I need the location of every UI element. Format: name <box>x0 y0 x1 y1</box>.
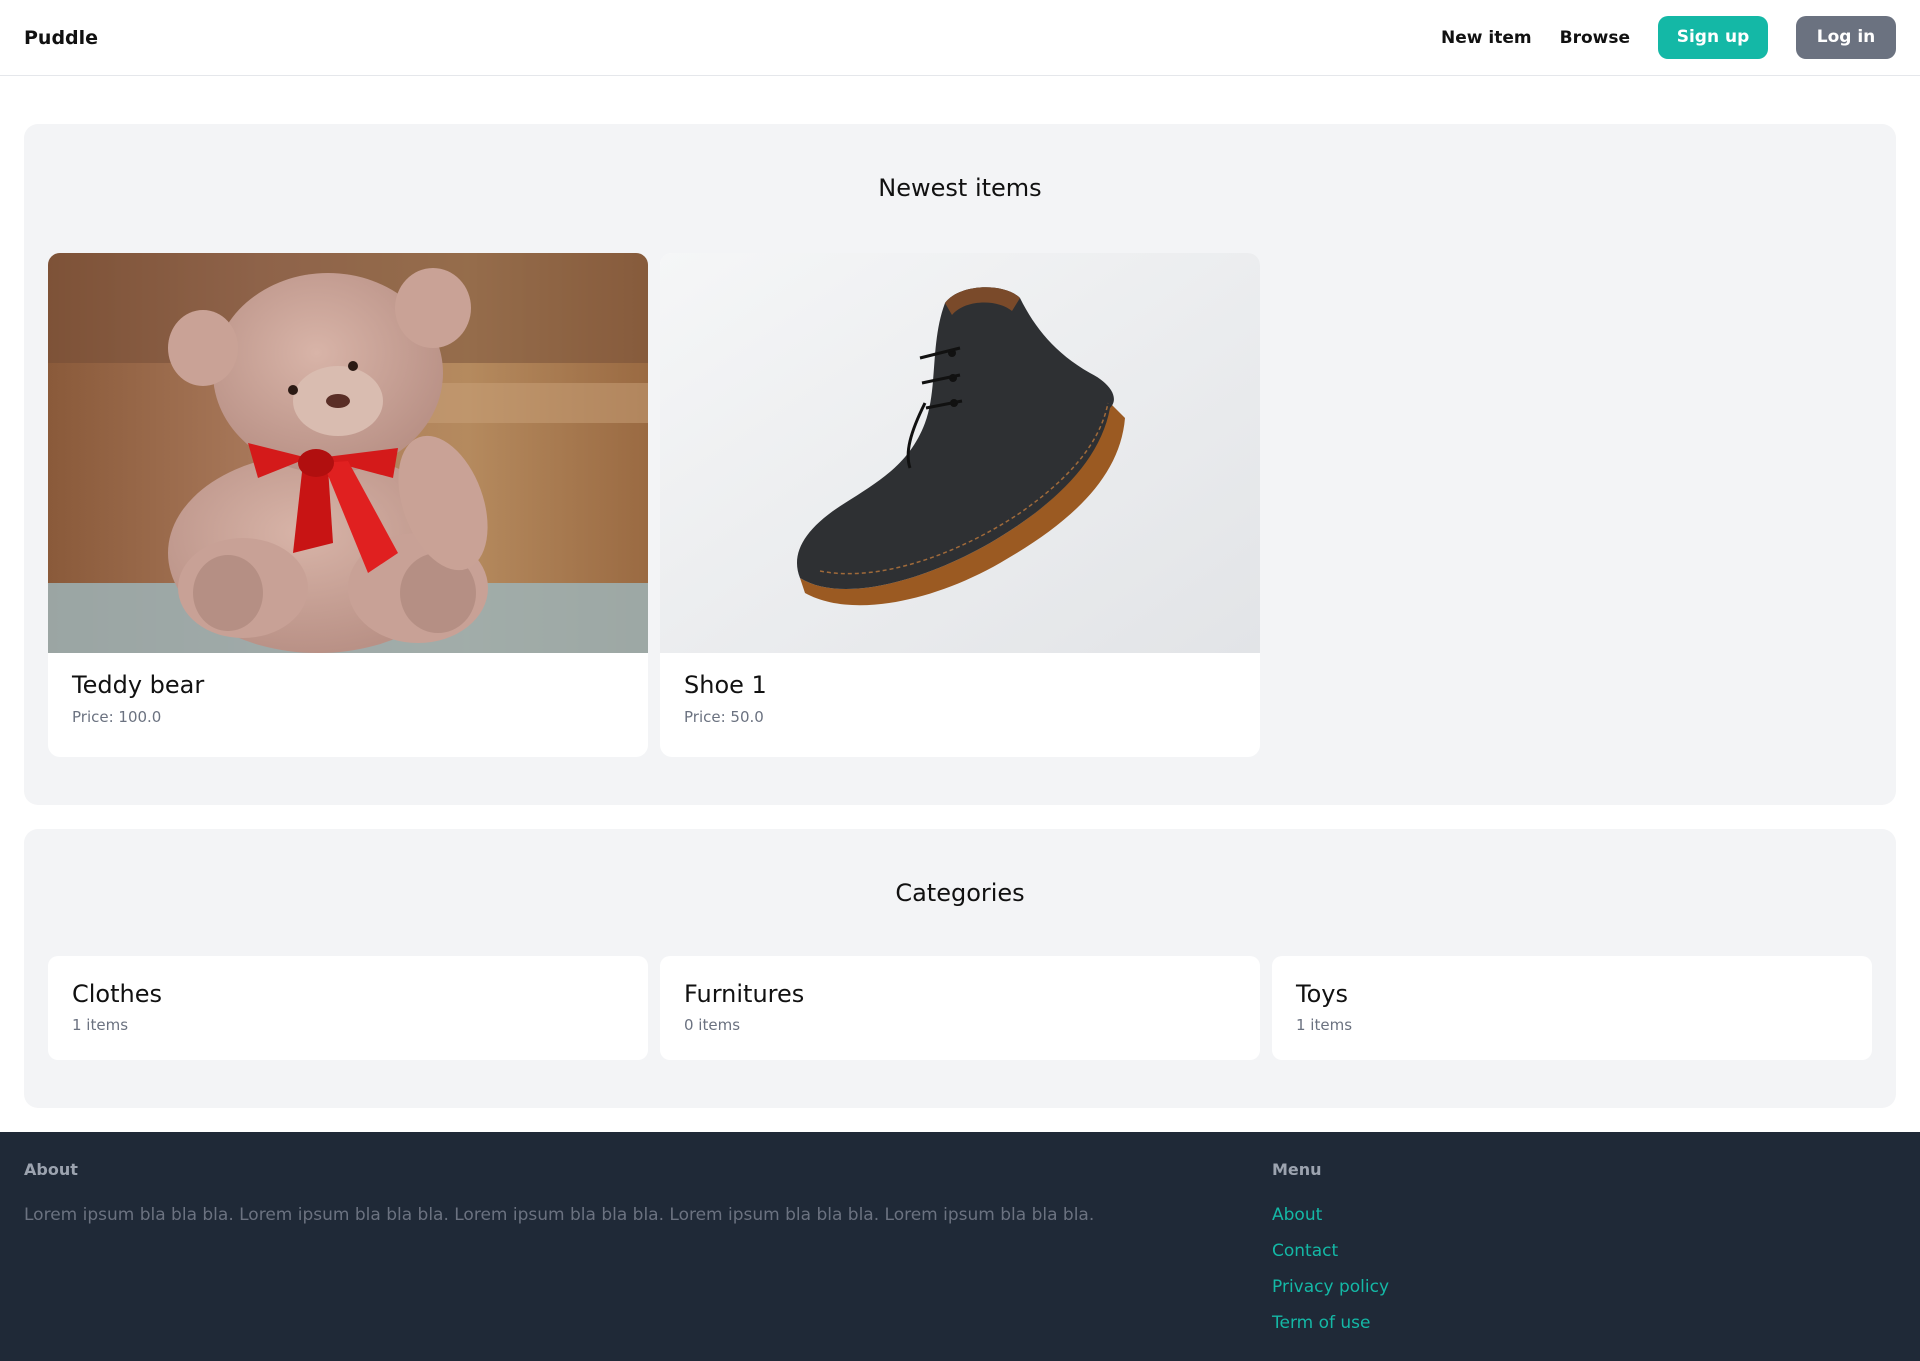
item-name: Teddy bear <box>72 671 205 699</box>
newest-items-section: Newest items Teddy bear Price: 100.0 Sho… <box>24 124 1896 805</box>
newest-items-title: Newest items <box>878 174 1042 202</box>
item-info: Teddy bear Price: 100.0 <box>72 671 204 726</box>
category-count: 0 items <box>684 1016 741 1034</box>
footer-link-privacy-policy[interactable]: Privacy policy <box>1272 1277 1389 1297</box>
category-name: Toys <box>1296 980 1348 1008</box>
footer-menu-column: Menu About Contact Privacy policy Term o… <box>1272 1160 1389 1349</box>
login-button[interactable]: Log in <box>1796 16 1896 59</box>
navbar: Puddle New item Browse Sign up Log in <box>0 0 1920 76</box>
footer-link-contact[interactable]: Contact <box>1272 1241 1389 1261</box>
signup-button[interactable]: Sign up <box>1658 16 1768 59</box>
category-name: Clothes <box>72 980 162 1008</box>
category-count: 1 items <box>1296 1016 1353 1034</box>
item-name: Shoe 1 <box>684 671 767 699</box>
categories-section: Categories Clothes 1 items Furnitures 0 … <box>24 829 1896 1108</box>
category-card-toys[interactable]: Toys 1 items <box>1272 956 1872 1060</box>
teddy-bear-photo <box>48 253 648 653</box>
footer-menu-links: About Contact Privacy policy Term of use <box>1272 1205 1389 1333</box>
item-card-teddy-bear[interactable]: Teddy bear Price: 100.0 <box>48 253 648 757</box>
category-card-clothes[interactable]: Clothes 1 items <box>48 956 648 1060</box>
item-info: Shoe 1 Price: 50.0 <box>684 671 767 726</box>
item-price: Price: 50.0 <box>684 707 764 726</box>
shoe-photo <box>660 253 1260 653</box>
footer-about-heading: About <box>24 1160 78 1179</box>
nav-link-new-item[interactable]: New item <box>1441 28 1532 48</box>
footer-about-text: Lorem ipsum bla bla bla. Lorem ipsum bla… <box>24 1205 1095 1225</box>
item-card-shoe-1[interactable]: Shoe 1 Price: 50.0 <box>660 253 1260 757</box>
nav-link-browse[interactable]: Browse <box>1560 28 1630 48</box>
footer-about-column: About Lorem ipsum bla bla bla. Lorem ips… <box>24 1160 1204 1225</box>
nav-actions: New item Browse Sign up Log in <box>1441 16 1896 59</box>
footer: About Lorem ipsum bla bla bla. Lorem ips… <box>0 1132 1920 1361</box>
logo-link[interactable]: Puddle <box>24 27 98 49</box>
category-card-furnitures[interactable]: Furnitures 0 items <box>660 956 1260 1060</box>
category-count: 1 items <box>72 1016 129 1034</box>
footer-menu-heading: Menu <box>1272 1160 1322 1179</box>
item-price: Price: 100.0 <box>72 707 162 726</box>
categories-title: Categories <box>895 879 1025 907</box>
footer-link-term-of-use[interactable]: Term of use <box>1272 1313 1389 1333</box>
footer-link-about[interactable]: About <box>1272 1205 1389 1225</box>
category-name: Furnitures <box>684 980 805 1008</box>
